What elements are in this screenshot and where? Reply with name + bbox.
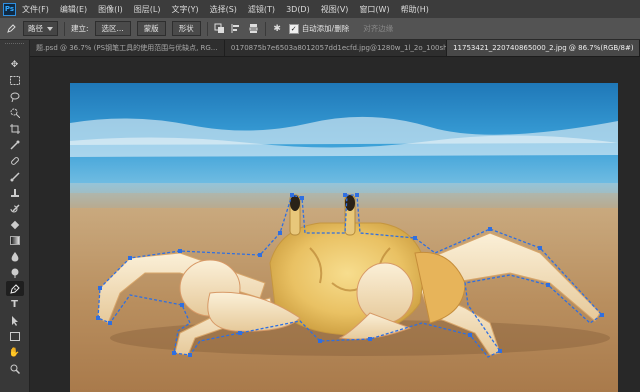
pen-icon[interactable] (5, 281, 24, 296)
eyedropper-icon[interactable] (6, 137, 24, 152)
zoom-icon[interactable] (6, 361, 24, 376)
auto-add-delete-label: 自动添加/删除 (301, 24, 350, 33)
move-icon[interactable]: ✥ (6, 57, 24, 72)
document-tabs: 题.psd @ 36.7% (PS钢笔工具的使用范围与优缺点, RG... 01… (30, 40, 640, 57)
type-icon[interactable]: T (6, 297, 24, 312)
rectangle-icon[interactable] (6, 329, 24, 344)
menu-edit[interactable]: 编辑(E) (60, 4, 87, 15)
healing-icon[interactable] (6, 153, 24, 168)
panel-grip[interactable] (5, 43, 24, 54)
blur-icon[interactable] (6, 249, 24, 264)
document-tab[interactable]: 题.psd @ 36.7% (PS钢笔工具的使用范围与优缺点, RG... (30, 40, 225, 56)
document-tab[interactable]: 0170875b7e6503a8012057dd1ecfd.jpg@1280w_… (225, 40, 448, 56)
menu-file[interactable]: 文件(F) (22, 4, 49, 15)
tab-label: 题.psd @ 36.7% (PS钢笔工具的使用范围与优缺点, RG... (36, 44, 218, 52)
auto-add-delete-checkbox[interactable]: ✓ (288, 23, 299, 34)
tab-label: 0170875b7e6503a8012057dd1ecfd.jpg@1280w_… (230, 44, 448, 52)
menu-view[interactable]: 视图(V) (321, 4, 349, 15)
menu-bar: Ps 文件(F) 编辑(E) 图像(I) 图层(L) 文字(Y) 选择(S) 滤… (0, 0, 640, 18)
tools-panel: ✥ T ✋ (0, 40, 30, 392)
document-canvas[interactable] (70, 83, 618, 392)
path-operations-icon[interactable] (214, 23, 225, 34)
align-edges-label: 对齐边缘 (363, 24, 394, 33)
eraser-icon[interactable] (6, 217, 24, 232)
menu-help[interactable]: 帮助(H) (401, 4, 429, 15)
dodge-icon[interactable] (6, 265, 24, 280)
tool-mode-value: 路径 (28, 24, 43, 33)
tool-mode-select[interactable]: 路径 (23, 21, 58, 36)
menu-layer[interactable]: 图层(L) (134, 4, 161, 15)
make-selection-button[interactable]: 选区... (94, 21, 131, 36)
gear-icon[interactable]: ✱ (272, 23, 283, 34)
quick-select-icon[interactable] (6, 105, 24, 120)
divider (64, 21, 65, 36)
history-brush-icon[interactable] (6, 201, 24, 216)
path-alignment-icon[interactable] (231, 23, 242, 34)
canvas-area[interactable] (31, 57, 640, 392)
photoshop-logo: Ps (3, 2, 16, 16)
marquee-icon[interactable] (6, 73, 24, 88)
menu-image[interactable]: 图像(I) (98, 4, 123, 15)
menu-window[interactable]: 窗口(W) (359, 4, 389, 15)
document-tab-active[interactable]: 11753421_220740865000_2.jpg @ 86.7%(RGB/… (447, 40, 640, 56)
brush-icon[interactable] (6, 169, 24, 184)
pen-tool-preset-icon[interactable] (6, 23, 17, 34)
menu-select[interactable]: 选择(S) (210, 4, 237, 15)
tab-label: 11753421_220740865000_2.jpg @ 86.7%(RGB/… (453, 44, 634, 52)
lasso-icon[interactable] (6, 89, 24, 104)
divider (206, 21, 208, 36)
make-label: 建立: (71, 24, 89, 33)
menu-3d[interactable]: 3D(D) (286, 5, 310, 14)
divider (264, 21, 266, 36)
clone-stamp-icon[interactable] (6, 185, 24, 200)
menu-type[interactable]: 文字(Y) (171, 4, 198, 15)
options-bar: 路径 建立: 选区... 蒙版 形状 ✱ ✓ 自动添加/删除 对齐边缘 (0, 18, 640, 40)
path-arrangement-icon[interactable] (248, 23, 259, 34)
hand-icon[interactable]: ✋ (6, 345, 24, 360)
make-mask-button[interactable]: 蒙版 (136, 21, 166, 36)
crab-photo (70, 83, 618, 392)
crop-icon[interactable] (6, 121, 24, 136)
path-select-icon[interactable] (6, 313, 24, 328)
menu-filter[interactable]: 滤镜(T) (248, 4, 275, 15)
gradient-icon[interactable] (6, 233, 24, 248)
make-shape-button[interactable]: 形状 (171, 21, 201, 36)
